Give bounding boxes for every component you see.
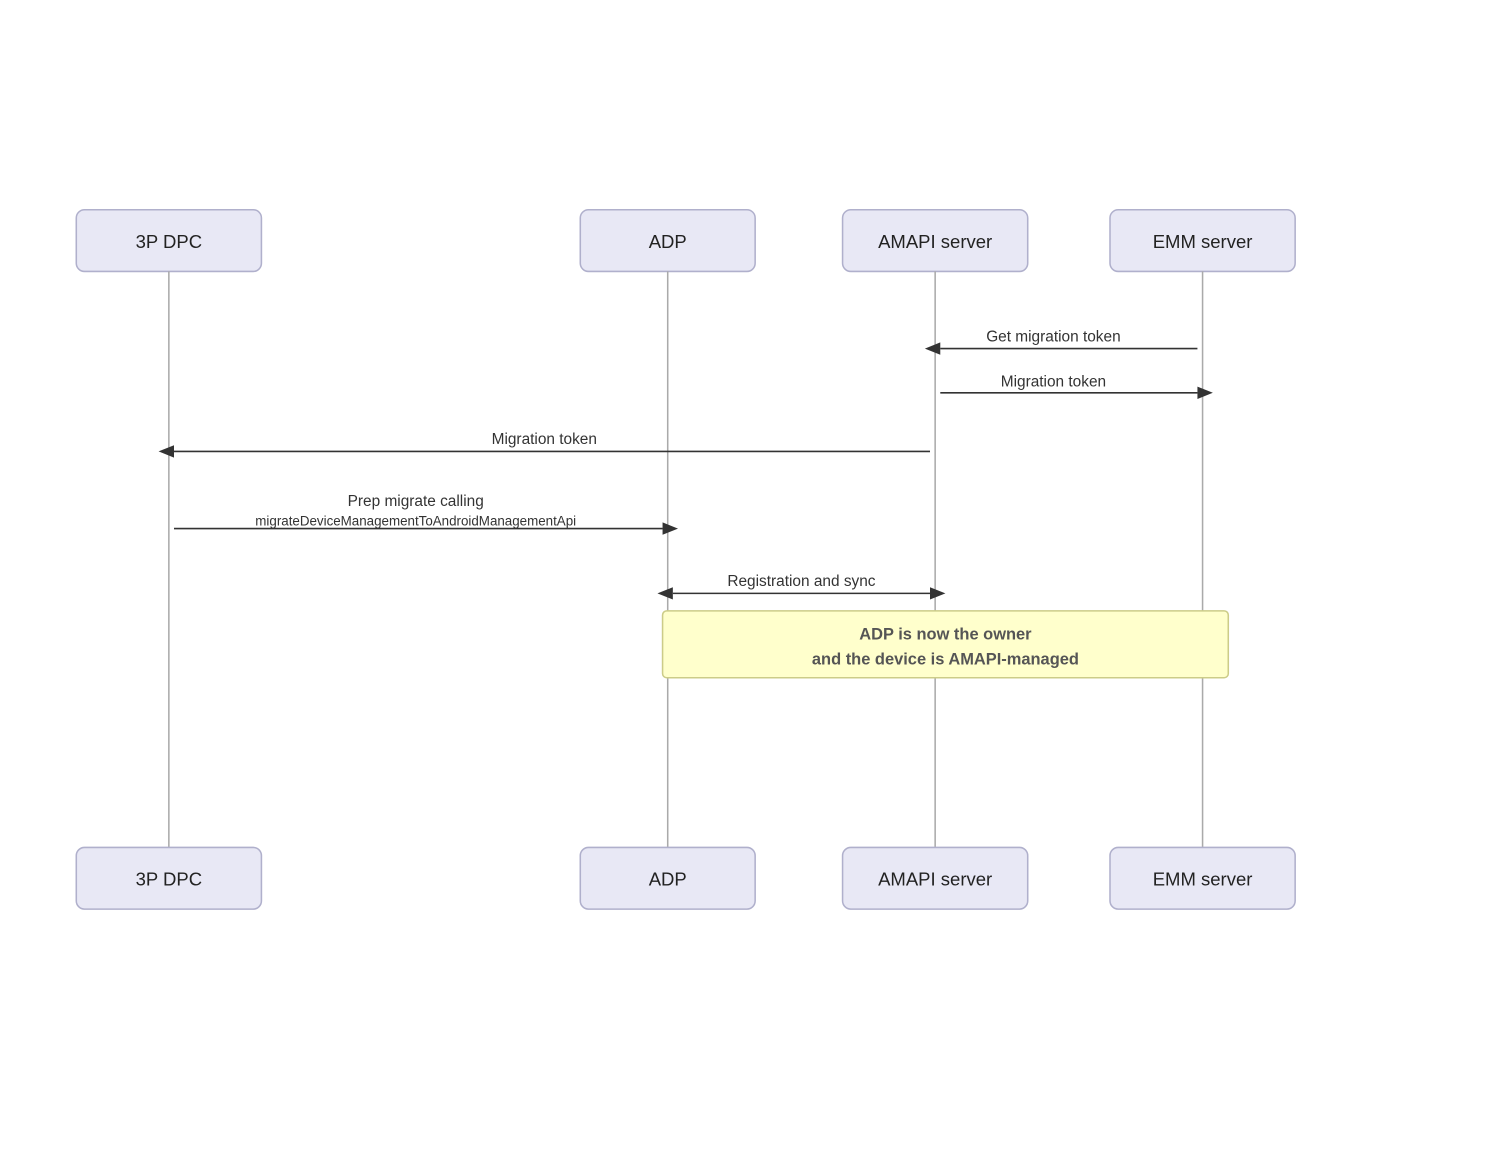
actor-emm-top-label: EMM server (1153, 231, 1253, 252)
arrowhead-migration-token-3pdpc (159, 445, 174, 457)
actor-adp-bottom-label: ADP (649, 868, 687, 889)
label-registration-sync: Registration and sync (727, 573, 875, 590)
label-prep-migrate-line2: migrateDeviceManagementToAndroidManageme… (255, 513, 576, 528)
arrowhead-reg-sync-right (930, 587, 945, 599)
arrowhead-prep-migrate (663, 522, 678, 534)
label-prep-migrate-line1: Prep migrate calling (348, 493, 484, 510)
highlight-label2: and the device is AMAPI-managed (812, 650, 1079, 668)
highlight-label1: ADP is now the owner (859, 626, 1032, 644)
arrowhead-migration-token-emm (1197, 387, 1212, 399)
actor-amapi-top-label: AMAPI server (878, 231, 992, 252)
actor-amapi-bottom-label: AMAPI server (878, 868, 992, 889)
actor-3p-dpc-top-label: 3P DPC (136, 231, 202, 252)
label-migration-token-3pdpc: Migration token (492, 431, 597, 448)
label-get-migration-token: Get migration token (986, 328, 1120, 345)
arrowhead-reg-sync-left (657, 587, 672, 599)
actor-adp-top-label: ADP (649, 231, 687, 252)
sequence-diagram: 3P DPC ADP AMAPI server EMM server Get m… (30, 180, 1470, 980)
arrowhead-get-migration-token (925, 342, 940, 354)
actor-3p-dpc-bottom-label: 3P DPC (136, 868, 202, 889)
actor-emm-bottom-label: EMM server (1153, 868, 1253, 889)
label-migration-token-emm: Migration token (1001, 374, 1106, 391)
